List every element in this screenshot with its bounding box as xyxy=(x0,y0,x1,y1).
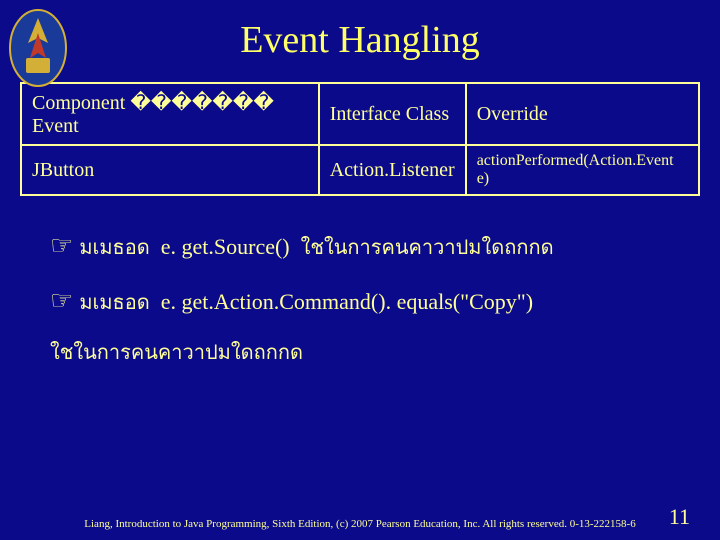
cell-actionperformed: actionPerformed(Action.Event e) xyxy=(466,145,699,195)
cell-actionlistener: Action.Listener xyxy=(319,145,466,195)
table-row: Component ������� Event Interface Class … xyxy=(21,83,699,145)
slide-title: Event Hangling xyxy=(0,0,720,82)
bullet-code: e. get.Source() xyxy=(161,234,290,259)
bullet-code: e. get.Action.Command(). equals("Copy") xyxy=(161,289,533,314)
bullet-list: ☞ มเมธอด e. get.Source() ใชในการคนคาวาปมใ… xyxy=(0,216,720,320)
cell-component-event: Component ������� Event xyxy=(21,83,319,145)
bullet-item: ☞ มเมธอด e. get.Source() ใชในการคนคาวาปมใ… xyxy=(50,226,680,265)
cell-interface-class: Interface Class xyxy=(319,83,466,145)
university-logo xyxy=(8,8,68,88)
page-number: 11 xyxy=(669,504,690,530)
pointing-hand-icon: ☞ xyxy=(50,286,73,315)
cell-override: Override xyxy=(466,83,699,145)
pointing-hand-icon: ☞ xyxy=(50,231,73,260)
bullet-prefix: มเมธอด xyxy=(79,237,149,259)
bullet-item: ☞ มเมธอด e. get.Action.Command(). equals(… xyxy=(50,281,680,320)
bullet-continuation: ใชในการคนคาวาปมใดถกกด xyxy=(0,336,720,368)
table-row: JButton Action.Listener actionPerformed(… xyxy=(21,145,699,195)
cell-jbutton: JButton xyxy=(21,145,319,195)
bullet-suffix: ใชในการคนคาวาปมใดถกกด xyxy=(301,237,554,259)
footer-citation: Liang, Introduction to Java Programming,… xyxy=(0,518,720,530)
bullet-prefix: มเมธอด xyxy=(79,292,149,314)
event-table: Component ������� Event Interface Class … xyxy=(20,82,700,196)
